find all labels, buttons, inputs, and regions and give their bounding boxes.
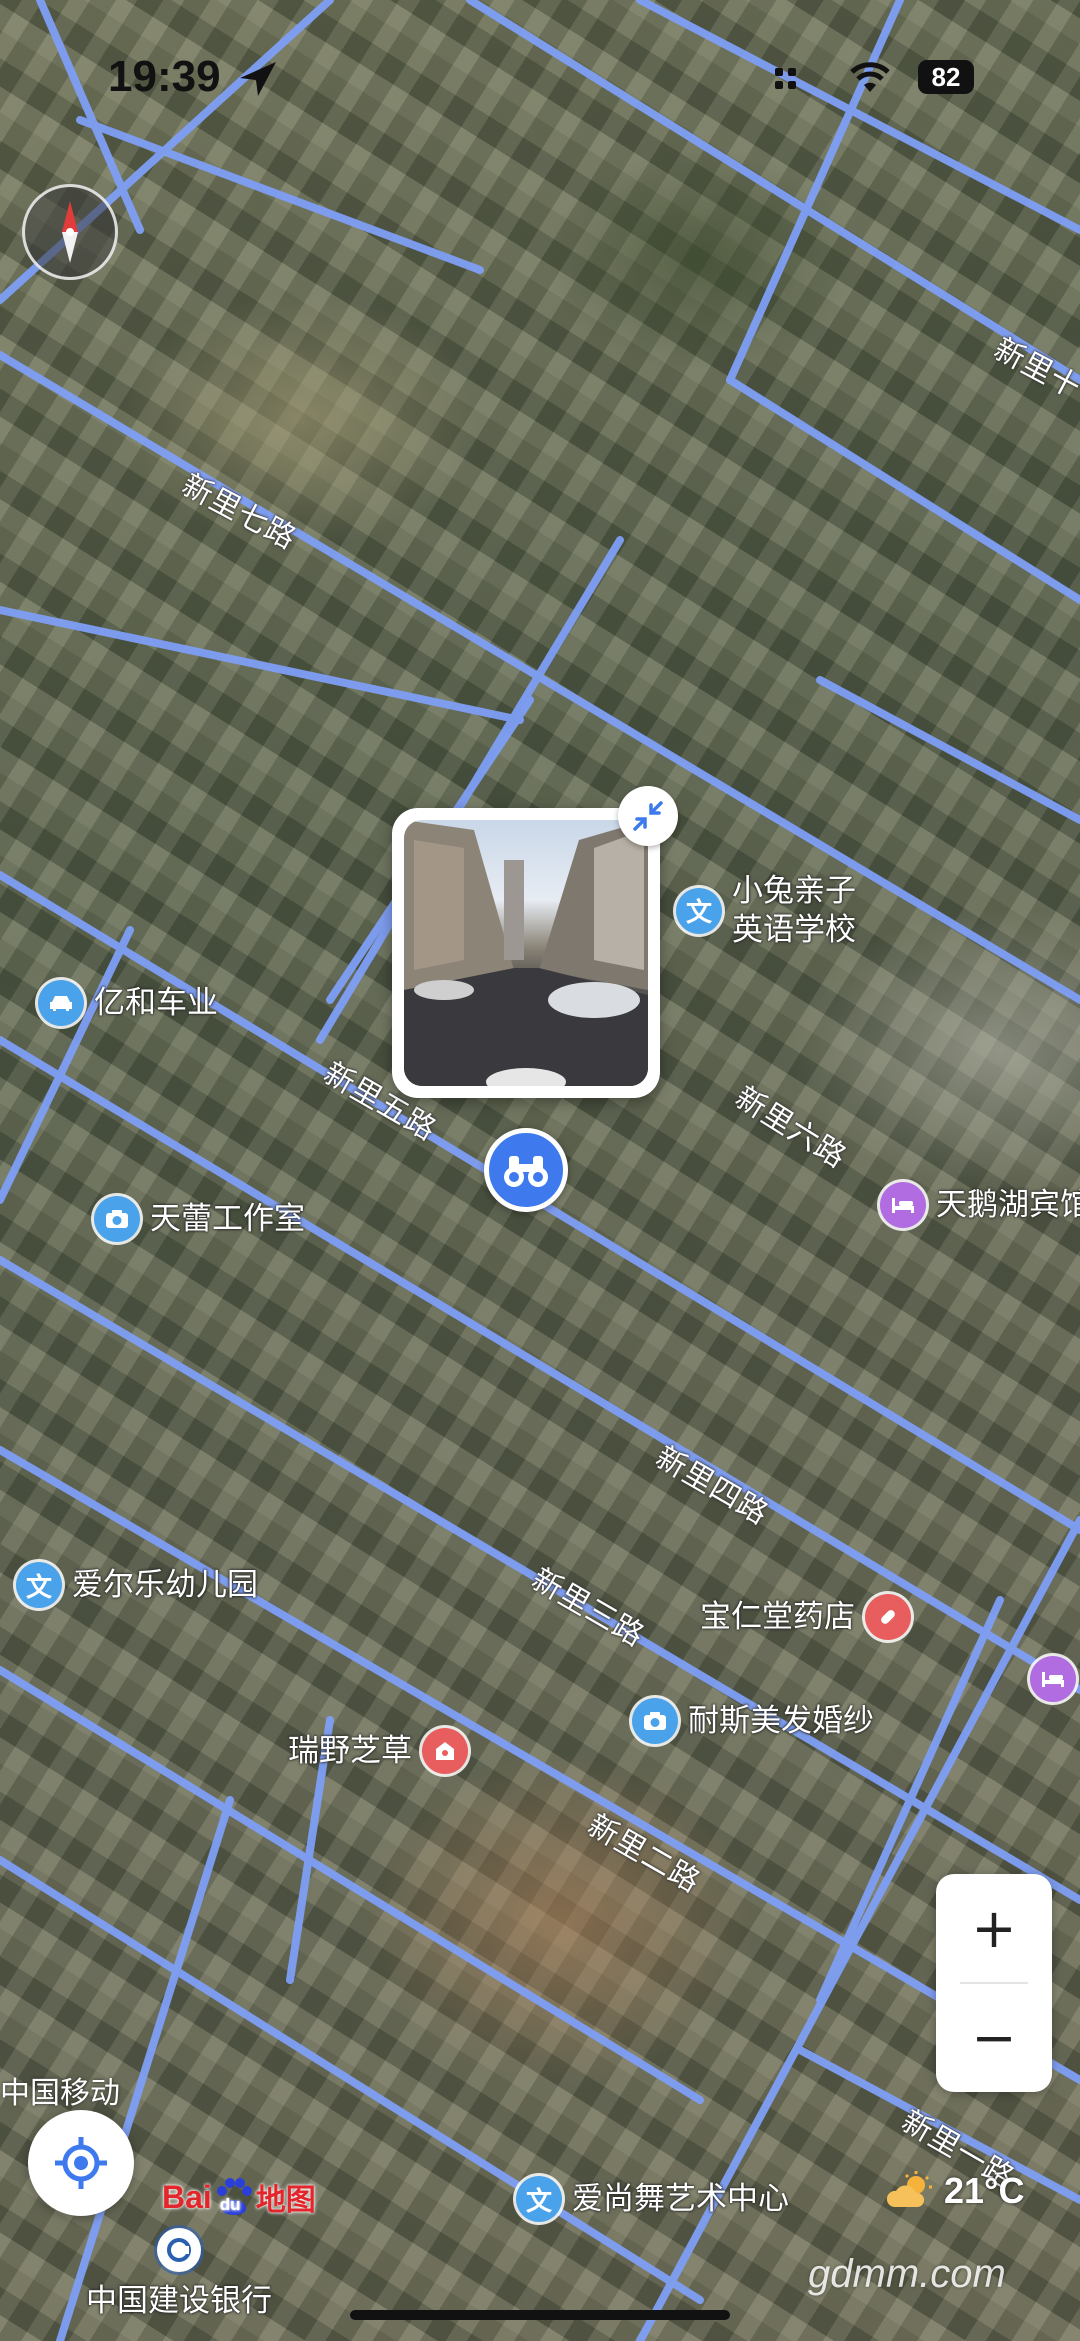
education-icon: 文 bbox=[16, 1562, 62, 1608]
street-view-image bbox=[404, 820, 648, 1086]
zoom-out-button[interactable]: − bbox=[936, 1983, 1052, 2092]
poi-label: 耐斯美发婚纱 bbox=[688, 1702, 874, 1739]
street-view-marker[interactable] bbox=[484, 1128, 568, 1212]
poi-label: 宝仁堂药店 bbox=[700, 1598, 855, 1635]
wifi-icon bbox=[850, 62, 890, 92]
street-view-preview[interactable] bbox=[392, 808, 660, 1098]
partly-cloudy-icon bbox=[886, 2171, 932, 2207]
carrier-label: 中国移动 bbox=[0, 2076, 120, 2111]
bank-icon bbox=[157, 2228, 201, 2272]
poi-label: 天蕾工作室 bbox=[150, 1200, 305, 1237]
status-bar: 19:39 82 bbox=[0, 50, 1080, 110]
compass-icon bbox=[62, 201, 78, 263]
logo-du: du bbox=[219, 2195, 241, 2214]
poi-marker[interactable]: 天鹅湖宾馆 bbox=[880, 1182, 1080, 1228]
poi-label: 小兔亲子 英语学校 bbox=[732, 873, 856, 948]
pharmacy-icon bbox=[865, 1594, 911, 1640]
signal-icon bbox=[775, 68, 796, 89]
weather-widget[interactable]: 21°C bbox=[886, 2170, 1024, 2212]
education-icon: 文 bbox=[676, 887, 722, 934]
shop-icon bbox=[422, 1728, 468, 1774]
camera-icon bbox=[94, 1196, 140, 1242]
poi-label: 中国建设银行 bbox=[86, 2283, 272, 2319]
poi-marker[interactable]: 文 爱尚舞艺术中心 bbox=[516, 2176, 789, 2222]
logo-ditu: 地图 bbox=[255, 2184, 316, 2217]
car-icon bbox=[38, 980, 84, 1026]
locate-me-button[interactable] bbox=[28, 2110, 134, 2216]
collapse-arrows-icon bbox=[633, 801, 663, 831]
compass-button[interactable] bbox=[22, 184, 118, 280]
poi-label: 亿和车业 bbox=[94, 984, 218, 1021]
poi-marker[interactable]: 瑞野芝草 bbox=[288, 1728, 468, 1774]
binoculars-icon bbox=[504, 1156, 548, 1187]
watermark: gdmm.com bbox=[808, 2252, 1006, 2296]
poi-label: 爱尚舞艺术中心 bbox=[572, 2180, 789, 2217]
logo-bai: Bai bbox=[162, 2178, 212, 2215]
poi-marker[interactable]: 天蕾工作室 bbox=[94, 1196, 305, 1242]
hotel-icon bbox=[880, 1182, 926, 1228]
locate-icon bbox=[55, 2137, 107, 2189]
poi-marker[interactable]: 文 小兔亲子 英语学校 bbox=[676, 872, 856, 950]
collapse-preview-button[interactable] bbox=[618, 786, 678, 846]
poi-marker[interactable]: 宝仁堂药店 bbox=[700, 1594, 911, 1640]
poi-label: 瑞野芝草 bbox=[288, 1732, 412, 1769]
battery-indicator: 82 bbox=[918, 60, 974, 94]
status-time: 19:39 bbox=[108, 52, 221, 101]
poi-marker[interactable]: 文 爱尔乐幼儿园 bbox=[16, 1562, 258, 1608]
poi-marker[interactable]: 耐斯美发婚纱 bbox=[632, 1698, 874, 1744]
poi-label: 爱尔乐幼儿园 bbox=[72, 1566, 258, 1603]
home-indicator[interactable] bbox=[350, 2310, 730, 2320]
zoom-controls: + − bbox=[936, 1874, 1052, 2092]
education-icon: 文 bbox=[516, 2176, 562, 2222]
camera-icon bbox=[632, 1698, 678, 1744]
zoom-in-button[interactable]: + bbox=[936, 1874, 1052, 1983]
weather-temperature: 21°C bbox=[944, 2170, 1025, 2211]
poi-marker[interactable]: 中国建设银行 bbox=[86, 2228, 272, 2321]
paw-icon: du bbox=[214, 2177, 254, 2217]
poi-label: 天鹅湖宾馆 bbox=[936, 1186, 1080, 1223]
poi-marker[interactable]: 亿和车业 bbox=[38, 980, 218, 1026]
location-arrow-icon bbox=[240, 62, 276, 96]
baidu-map-logo: Bai du 地图 bbox=[162, 2170, 316, 2224]
hotel-icon[interactable] bbox=[1030, 1656, 1076, 1702]
